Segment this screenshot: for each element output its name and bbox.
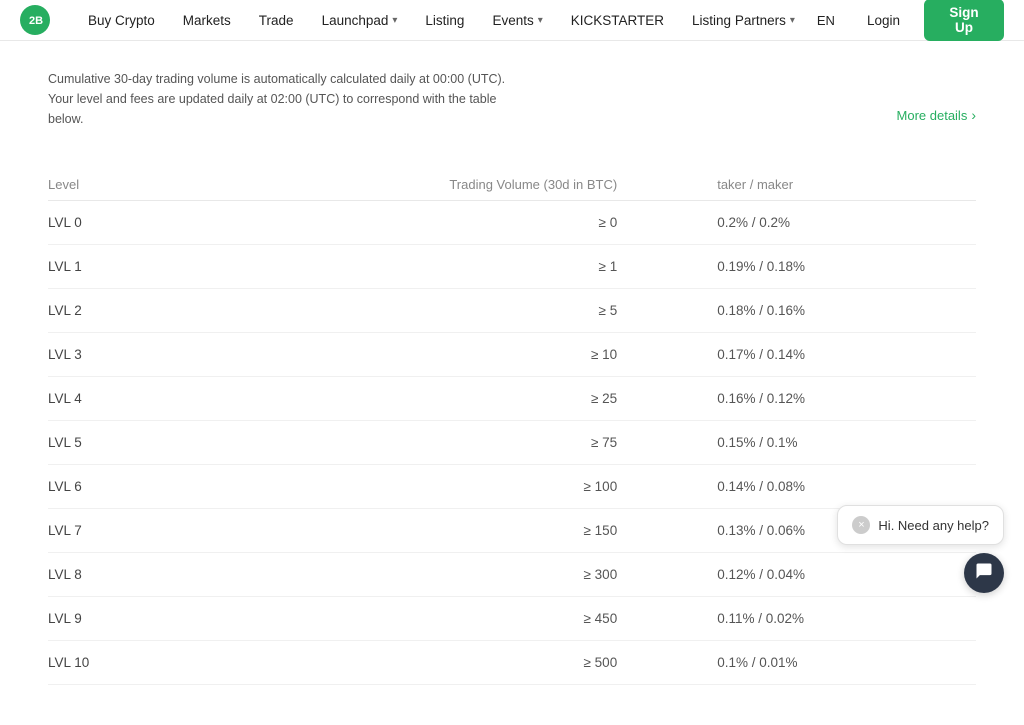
nav-links: Buy Crypto Markets Trade Launchpad ▾ Lis… bbox=[74, 0, 809, 41]
col-header-volume: Trading Volume (30d in BTC) bbox=[145, 169, 678, 201]
table-header: Level Trading Volume (30d in BTC) taker … bbox=[48, 169, 976, 201]
cell-fees: 0.1% / 0.01% bbox=[677, 641, 976, 685]
cell-volume: ≥ 100 bbox=[145, 465, 678, 509]
logo[interactable]: 2B bbox=[20, 5, 54, 35]
nav-item-listing-partners[interactable]: Listing Partners ▾ bbox=[678, 0, 809, 41]
events-chevron-icon: ▾ bbox=[538, 15, 543, 26]
table-row: LVL 6 ≥ 100 0.14% / 0.08% bbox=[48, 465, 976, 509]
table-row: LVL 2 ≥ 5 0.18% / 0.16% bbox=[48, 289, 976, 333]
main-content: Cumulative 30-day trading volume is auto… bbox=[0, 41, 1024, 725]
cell-volume: ≥ 450 bbox=[145, 597, 678, 641]
cell-level: LVL 5 bbox=[48, 421, 145, 465]
table-row: LVL 3 ≥ 10 0.17% / 0.14% bbox=[48, 333, 976, 377]
table-row: LVL 10 ≥ 500 0.1% / 0.01% bbox=[48, 641, 976, 685]
chat-icon bbox=[974, 561, 994, 586]
cell-volume: ≥ 500 bbox=[145, 641, 678, 685]
table-row: LVL 5 ≥ 75 0.15% / 0.1% bbox=[48, 421, 976, 465]
nav-item-listing[interactable]: Listing bbox=[411, 0, 478, 41]
cell-level: LVL 1 bbox=[48, 245, 145, 289]
login-button[interactable]: Login bbox=[853, 8, 914, 33]
table-row: LVL 9 ≥ 450 0.11% / 0.02% bbox=[48, 597, 976, 641]
cell-level: LVL 4 bbox=[48, 377, 145, 421]
cell-volume: ≥ 75 bbox=[145, 421, 678, 465]
cell-fees: 0.2% / 0.2% bbox=[677, 201, 976, 245]
table-row: LVL 0 ≥ 0 0.2% / 0.2% bbox=[48, 201, 976, 245]
more-details-link[interactable]: More details › bbox=[897, 107, 976, 123]
cell-fees: 0.15% / 0.1% bbox=[677, 421, 976, 465]
table-body: LVL 0 ≥ 0 0.2% / 0.2% LVL 1 ≥ 1 0.19% / … bbox=[48, 201, 976, 685]
logo-icon: 2B bbox=[20, 5, 50, 35]
nav-item-events[interactable]: Events ▾ bbox=[478, 0, 556, 41]
chat-bubble-text: Hi. Need any help? bbox=[878, 518, 989, 533]
nav-item-buy-crypto[interactable]: Buy Crypto bbox=[74, 0, 169, 41]
cell-volume: ≥ 25 bbox=[145, 377, 678, 421]
language-button[interactable]: EN bbox=[809, 9, 843, 32]
notice-text: Cumulative 30-day trading volume is auto… bbox=[48, 69, 508, 129]
cell-volume: ≥ 5 bbox=[145, 289, 678, 333]
cell-fees: 0.11% / 0.02% bbox=[677, 597, 976, 641]
nav-right: EN Login Sign Up bbox=[809, 0, 1004, 41]
cell-level: LVL 0 bbox=[48, 201, 145, 245]
chat-bubble: × Hi. Need any help? bbox=[837, 505, 1004, 545]
nav-item-kickstarter[interactable]: KICKSTARTER bbox=[557, 0, 678, 41]
cell-volume: ≥ 0 bbox=[145, 201, 678, 245]
cell-volume: ≥ 300 bbox=[145, 553, 678, 597]
col-header-fees: taker / maker bbox=[677, 169, 976, 201]
table-row: LVL 4 ≥ 25 0.16% / 0.12% bbox=[48, 377, 976, 421]
cell-level: LVL 8 bbox=[48, 553, 145, 597]
svg-text:2B: 2B bbox=[29, 15, 43, 27]
chat-widget: × Hi. Need any help? bbox=[837, 505, 1004, 593]
nav-item-trade[interactable]: Trade bbox=[245, 0, 308, 41]
nav-item-launchpad[interactable]: Launchpad ▾ bbox=[308, 0, 412, 41]
cell-fees: 0.17% / 0.14% bbox=[677, 333, 976, 377]
cell-volume: ≥ 150 bbox=[145, 509, 678, 553]
table-row: LVL 1 ≥ 1 0.19% / 0.18% bbox=[48, 245, 976, 289]
cell-level: LVL 3 bbox=[48, 333, 145, 377]
cell-level: LVL 10 bbox=[48, 641, 145, 685]
cell-volume: ≥ 10 bbox=[145, 333, 678, 377]
cell-level: LVL 7 bbox=[48, 509, 145, 553]
signup-button[interactable]: Sign Up bbox=[924, 0, 1004, 41]
cell-level: LVL 9 bbox=[48, 597, 145, 641]
listing-partners-chevron-icon: ▾ bbox=[790, 15, 795, 26]
more-details-arrow-icon: › bbox=[971, 107, 976, 123]
cell-volume: ≥ 1 bbox=[145, 245, 678, 289]
fee-table: Level Trading Volume (30d in BTC) taker … bbox=[48, 169, 976, 685]
cell-level: LVL 6 bbox=[48, 465, 145, 509]
cell-fees: 0.18% / 0.16% bbox=[677, 289, 976, 333]
cell-fees: 0.16% / 0.12% bbox=[677, 377, 976, 421]
cell-level: LVL 2 bbox=[48, 289, 145, 333]
chat-button[interactable] bbox=[964, 553, 1004, 593]
cell-fees: 0.14% / 0.08% bbox=[677, 465, 976, 509]
notice-row: Cumulative 30-day trading volume is auto… bbox=[48, 69, 976, 157]
navbar: 2B Buy Crypto Markets Trade Launchpad ▾ … bbox=[0, 0, 1024, 41]
nav-item-markets[interactable]: Markets bbox=[169, 0, 245, 41]
close-icon[interactable]: × bbox=[852, 516, 870, 534]
col-header-level: Level bbox=[48, 169, 145, 201]
launchpad-chevron-icon: ▾ bbox=[392, 15, 397, 26]
cell-fees: 0.19% / 0.18% bbox=[677, 245, 976, 289]
